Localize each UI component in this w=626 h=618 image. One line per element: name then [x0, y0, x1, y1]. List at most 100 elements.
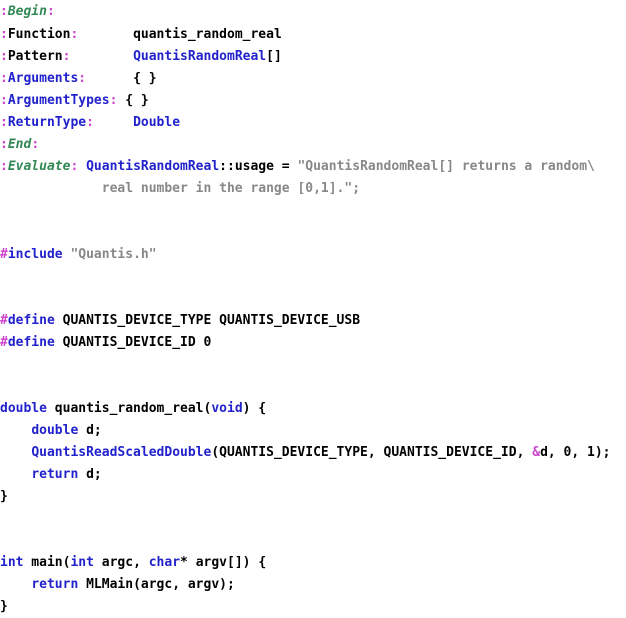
code-line: #define QUANTIS_DEVICE_ID 0	[0, 332, 626, 354]
code-token-plain: Function	[7, 27, 71, 42]
code-token-keyword: define	[7, 335, 55, 350]
code-token-punct: ::usage =	[219, 159, 298, 174]
code-token-magenta: :	[0, 159, 8, 174]
code-token-punct: []	[266, 49, 282, 64]
code-line: return MLMain(argc, argv);	[0, 574, 626, 596]
code-line: :Begin:	[0, 0, 626, 24]
code-token-label: Arguments	[7, 71, 79, 86]
code-token-green: Evaluate	[7, 159, 71, 174]
code-line: :Arguments: { }	[0, 68, 626, 90]
code-token-keyword: include	[7, 247, 63, 262]
code-line: :ArgumentTypes: { }	[0, 90, 626, 112]
code-line	[0, 376, 626, 398]
code-token-keyword: double	[31, 423, 79, 438]
code-token-keyword: int	[70, 555, 94, 570]
code-line: :Function: quantis_random_real	[0, 24, 626, 46]
code-line	[0, 288, 626, 310]
code-token-magenta: #	[0, 247, 8, 262]
code-token-ident: * argv[]) {	[180, 555, 267, 570]
code-line: :Evaluate: QuantisRandomReal::usage = "Q…	[0, 156, 626, 178]
code-line: }	[0, 486, 626, 508]
code-line: }	[0, 596, 626, 618]
code-token-string: "QuantisRandomReal[] returns a random\	[297, 159, 595, 174]
code-token-keyword: define	[7, 313, 55, 328]
code-token-ident: d, 0, 1);	[540, 445, 611, 460]
code-line: #define QUANTIS_DEVICE_TYPE QUANTIS_DEVI…	[0, 310, 626, 332]
code-line: double quantis_random_real(void) {	[0, 398, 626, 420]
code-token-type: QuantisRandomReal	[86, 159, 220, 174]
code-token-ident: quantis_random_real	[78, 27, 282, 42]
code-token-magenta: :	[0, 115, 8, 130]
code-line: #include "Quantis.h"	[0, 244, 626, 266]
code-token-punct: }	[0, 489, 8, 504]
code-token-label: ReturnType	[7, 115, 87, 130]
code-line	[0, 354, 626, 376]
code-token-punct: ) {	[242, 401, 267, 416]
code-token-ident: MLMain(argc, argv);	[78, 577, 235, 592]
code-token-label: ArgumentTypes	[7, 93, 110, 108]
code-blank	[0, 291, 8, 306]
code-token-keyword: char	[148, 555, 181, 570]
code-blank	[0, 533, 8, 548]
code-line	[0, 508, 626, 530]
code-line	[0, 530, 626, 552]
code-token-keyword: int	[0, 555, 24, 570]
code-line	[0, 222, 626, 244]
code-token-magenta: :	[86, 115, 94, 130]
code-line: int main(int argc, char* argv[]) {	[0, 552, 626, 574]
code-token-ident: d;	[78, 467, 102, 482]
code-line: QuantisReadScaledDouble(QUANTIS_DEVICE_T…	[0, 442, 626, 464]
code-line: return d;	[0, 464, 626, 486]
code-line: :ReturnType: Double	[0, 112, 626, 134]
code-token-string: "Quantis.h"	[70, 247, 157, 262]
code-token-magenta: #	[0, 313, 8, 328]
code-listing[interactable]: :Begin::Function: quantis_random_real:Pa…	[0, 0, 626, 618]
code-blank	[0, 269, 8, 284]
code-token-magenta: #	[0, 335, 8, 350]
code-token-punct: }	[0, 599, 8, 614]
code-token-magenta: :	[0, 27, 8, 42]
code-line	[0, 200, 626, 222]
code-blank	[0, 225, 8, 240]
code-token-plain: Pattern	[7, 49, 63, 64]
code-line: :Pattern: QuantisRandomReal[]	[0, 46, 626, 68]
code-token-func: QuantisReadScaledDouble	[31, 445, 212, 460]
code-token-ident: (QUANTIS_DEVICE_TYPE, QUANTIS_DEVICE_ID,	[211, 445, 533, 460]
code-token-ident: QUANTIS_DEVICE_ID 0	[54, 335, 212, 350]
code-token-magenta: :	[0, 49, 8, 64]
code-token-magenta: :	[0, 4, 8, 19]
code-token-magenta: :	[31, 137, 40, 152]
code-token-ident: QUANTIS_DEVICE_TYPE QUANTIS_DEVICE_USB	[54, 313, 361, 328]
code-token-ident: main(	[23, 555, 71, 570]
code-token-punct: { }	[86, 71, 157, 86]
code-token-magenta: :	[46, 4, 55, 19]
code-token-green: End	[7, 137, 32, 152]
code-line: double d;	[0, 420, 626, 442]
code-token-ident: quantis_random_real(	[46, 401, 212, 416]
code-token-ident: argc,	[93, 555, 149, 570]
code-token-string: real number in the range [0,1].";	[0, 181, 361, 196]
code-token-ident: d;	[78, 423, 102, 438]
code-blank	[0, 357, 8, 372]
code-token-keyword: void	[211, 401, 243, 416]
code-line: :End:	[0, 134, 626, 156]
code-line: real number in the range [0,1].";	[0, 178, 626, 200]
code-token-green: Begin	[7, 4, 47, 19]
code-blank	[0, 203, 8, 218]
code-blank	[0, 379, 8, 394]
code-token-magenta: &	[532, 445, 541, 460]
code-token-keyword: return	[31, 467, 79, 482]
code-token-punct: { }	[117, 93, 149, 108]
code-token-magenta: :	[0, 137, 8, 152]
code-token-magenta: :	[0, 93, 8, 108]
code-token-type: Double	[133, 115, 181, 130]
code-token-magenta: :	[0, 71, 8, 86]
code-token-magenta: :	[78, 71, 87, 86]
code-line	[0, 266, 626, 288]
